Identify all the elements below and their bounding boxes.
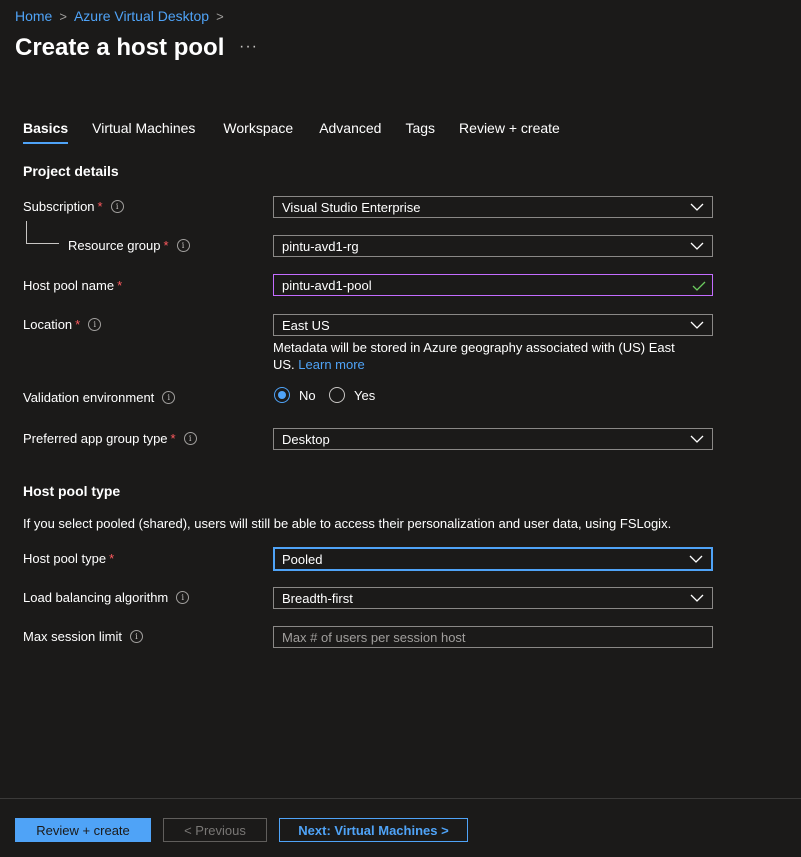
info-icon[interactable]: i <box>129 630 143 643</box>
tab-tags[interactable]: Tags <box>405 120 435 144</box>
load-balancing-label: Load balancing algorithm i <box>23 590 190 605</box>
host-pool-type-label-text: Host pool type <box>23 551 107 566</box>
subscription-dropdown[interactable]: Visual Studio Enterprise <box>273 196 713 218</box>
max-session-limit-label: Max session limit i <box>23 629 143 644</box>
info-icon[interactable]: i <box>183 432 197 445</box>
validation-yes-radio[interactable]: Yes <box>329 387 375 403</box>
breadcrumb-separator: > <box>59 8 67 24</box>
chevron-down-icon <box>689 555 703 563</box>
validation-no-radio[interactable]: No <box>274 387 316 403</box>
next-virtual-machines-button[interactable]: Next: Virtual Machines > <box>279 818 468 842</box>
load-balancing-label-text: Load balancing algorithm <box>23 590 169 605</box>
host-pool-type-description: If you select pooled (shared), users wil… <box>23 516 672 531</box>
resource-group-dropdown[interactable]: pintu-avd1-rg <box>273 235 713 257</box>
required-asterisk: * <box>75 317 81 332</box>
app-group-type-dropdown[interactable]: Desktop <box>273 428 713 450</box>
tab-virtual-machines[interactable]: Virtual Machines <box>92 120 195 144</box>
previous-button[interactable]: < Previous <box>163 818 267 842</box>
validation-no-label: No <box>299 387 316 403</box>
info-icon[interactable]: i <box>88 318 102 331</box>
required-asterisk: * <box>97 199 103 214</box>
max-session-limit-placeholder: Max # of users per session host <box>282 629 466 645</box>
subscription-label-text: Subscription <box>23 199 95 214</box>
resource-group-label: Resource group * i <box>68 238 190 253</box>
checkmark-icon <box>692 281 706 291</box>
footer-divider <box>0 798 801 799</box>
validation-environment-label-text: Validation environment <box>23 390 155 405</box>
resource-group-value: pintu-avd1-rg <box>282 238 359 254</box>
subscription-value: Visual Studio Enterprise <box>282 199 421 215</box>
host-pool-type-dropdown[interactable]: Pooled <box>273 547 713 571</box>
breadcrumb-home-link[interactable]: Home <box>15 8 52 24</box>
host-pool-name-label: Host pool name * <box>23 278 122 293</box>
subscription-label: Subscription * i <box>23 199 124 214</box>
tree-connector <box>26 221 59 244</box>
chevron-down-icon <box>690 242 704 250</box>
required-asterisk: * <box>170 431 176 446</box>
info-icon[interactable]: i <box>110 200 124 213</box>
max-session-limit-input[interactable]: Max # of users per session host <box>273 626 713 648</box>
validation-yes-label: Yes <box>354 387 376 403</box>
radio-unselected-icon <box>329 387 345 403</box>
resource-group-label-text: Resource group <box>68 238 161 253</box>
chevron-down-icon <box>690 321 704 329</box>
required-asterisk: * <box>109 551 115 566</box>
location-note: Metadata will be stored in Azure geograp… <box>273 339 693 373</box>
breadcrumb: Home > Azure Virtual Desktop > <box>15 8 231 24</box>
app-group-type-label: Preferred app group type * i <box>23 431 197 446</box>
location-value: East US <box>282 317 330 333</box>
app-group-type-label-text: Preferred app group type <box>23 431 168 446</box>
host-pool-type-value: Pooled <box>282 551 323 567</box>
tab-advanced[interactable]: Advanced <box>319 120 381 144</box>
load-balancing-value: Breadth-first <box>282 590 353 606</box>
host-pool-name-value: pintu-avd1-pool <box>282 277 372 293</box>
max-session-limit-label-text: Max session limit <box>23 629 122 644</box>
location-label: Location * i <box>23 317 102 332</box>
validation-environment-label: Validation environment i <box>23 390 176 405</box>
host-pool-type-label: Host pool type * <box>23 551 114 566</box>
host-pool-name-label-text: Host pool name <box>23 278 115 293</box>
radio-selected-icon <box>274 387 290 403</box>
tab-review-create[interactable]: Review + create <box>459 120 560 144</box>
host-pool-name-input[interactable]: pintu-avd1-pool <box>273 274 713 296</box>
required-asterisk: * <box>163 238 169 253</box>
info-icon[interactable]: i <box>176 239 190 252</box>
chevron-down-icon <box>690 594 704 602</box>
host-pool-type-heading: Host pool type <box>23 483 121 499</box>
project-details-heading: Project details <box>23 163 119 179</box>
info-icon[interactable]: i <box>176 591 190 604</box>
page-title: Create a host pool <box>15 34 225 61</box>
load-balancing-dropdown[interactable]: Breadth-first <box>273 587 713 609</box>
tab-basics[interactable]: Basics <box>23 120 69 144</box>
location-dropdown[interactable]: East US <box>273 314 713 336</box>
location-label-text: Location <box>23 317 73 332</box>
chevron-down-icon <box>690 203 704 211</box>
breadcrumb-azure-virtual-desktop-link[interactable]: Azure Virtual Desktop <box>74 8 209 24</box>
more-options-icon[interactable]: ··· <box>239 38 258 56</box>
review-create-button[interactable]: Review + create <box>15 818 151 842</box>
required-asterisk: * <box>117 278 123 293</box>
tab-bar: Basics Virtual Machines Workspace Advanc… <box>23 120 584 144</box>
chevron-down-icon <box>690 435 704 443</box>
info-icon[interactable]: i <box>162 391 176 404</box>
breadcrumb-separator: > <box>216 8 224 24</box>
tab-workspace[interactable]: Workspace <box>223 120 293 144</box>
learn-more-link[interactable]: Learn more <box>298 357 364 372</box>
app-group-type-value: Desktop <box>282 431 330 447</box>
